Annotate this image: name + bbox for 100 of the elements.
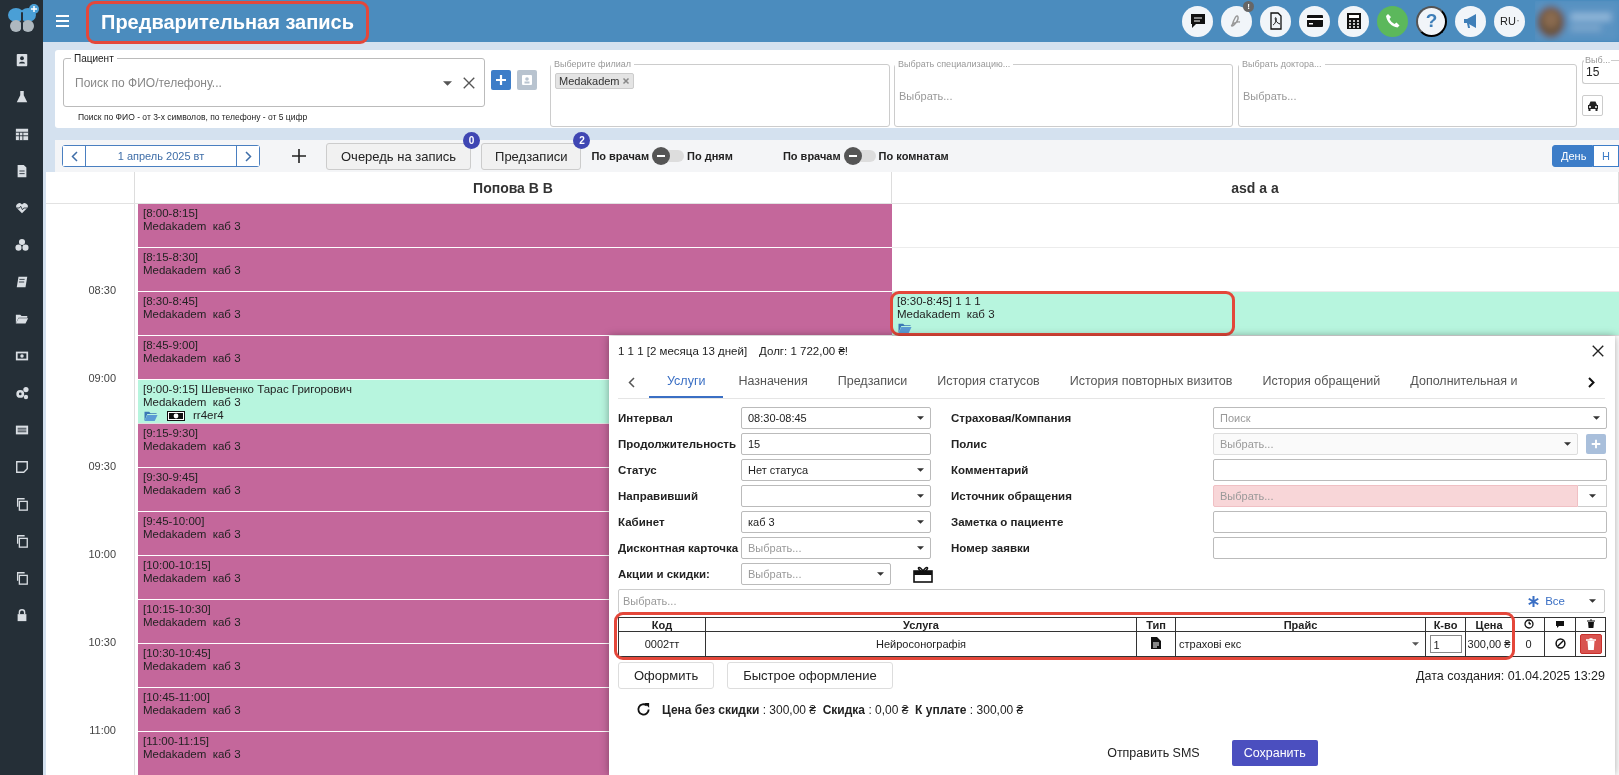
debt-text: Долг: 1 722,00 ₴! [759,345,848,357]
trash-icon [1585,638,1596,650]
car-button[interactable] [1582,95,1603,116]
field-label: Выберите филиал [553,59,633,69]
field-label: Акции и скидки: [618,568,711,580]
dropdown-field[interactable]: Нет статуса [741,459,931,481]
dialog-tab[interactable]: Услуги [649,366,724,398]
field-label: Страховая/Компания [951,412,1073,424]
view-switch[interactable] [843,147,876,165]
close-button[interactable] [1591,344,1605,358]
quantity-field[interactable]: 1 [1429,635,1462,653]
slot-location: Medakadem каб 3 [143,352,241,365]
cubes-icon[interactable] [14,237,29,252]
branch-select[interactable]: Выберите филиал Medakadem [550,59,890,127]
calculator-button[interactable] [1338,5,1369,37]
text-field[interactable]: 15 [741,433,931,455]
doctor-select[interactable]: Выбрать доктора... Выбрать... [1238,59,1577,127]
dropdown-field[interactable]: Выбрать... [741,537,931,559]
language-button[interactable]: RU [1494,5,1525,37]
service-search-field[interactable]: Выбрать... Все [618,589,1605,613]
gears-icon[interactable] [14,385,29,400]
booked-slot[interactable]: [8:15-8:30] Medakadem каб 3 [138,248,892,292]
view-tab[interactable]: День [1552,145,1594,167]
heart-pulse-icon[interactable] [14,200,29,215]
time-label: 11:00 [89,724,116,736]
credit-card-icon [1305,12,1324,30]
specialization-select[interactable]: Выбрать специализацию... Выбрать... [894,59,1233,127]
dialog-tab[interactable]: История обращений [1247,366,1396,398]
appointment-slot[interactable]: [8:30-8:45] 1 1 1 Medakadem каб 3 [892,292,1619,336]
slot-time: [8:00-8:15] [143,207,198,220]
caret-icon[interactable] [917,416,924,420]
calendar-icon[interactable] [14,126,29,141]
add-button[interactable] [292,149,306,163]
dialog-tab[interactable]: История статусов [922,366,1055,398]
menu-icon[interactable] [56,15,69,27]
book-icon[interactable] [14,274,29,289]
dialog-tab[interactable]: Дополнительная и [1395,366,1533,398]
ban-icon[interactable] [1554,637,1566,649]
dropdown-field[interactable]: Поиск [1213,407,1607,429]
interval-field[interactable]: Выб... 15 [1582,55,1619,84]
caret-icon[interactable] [917,520,924,524]
text-field[interactable] [1213,459,1607,481]
time-label: 10:00 [88,548,116,560]
note-icon[interactable] [14,459,29,474]
flask-icon[interactable] [14,89,29,104]
plus-icon [292,149,306,163]
megaphone-button[interactable] [1455,5,1486,37]
caret-icon[interactable] [1593,416,1600,420]
slot-time: [8:30-8:45] [143,295,198,308]
dialog-tab[interactable]: История повторных визитов [1054,366,1248,398]
alert-badge: ! [1243,0,1254,12]
caret-icon[interactable] [917,468,924,472]
dropdown-field[interactable]: 08:30-08:45 [741,407,931,429]
remove-icon[interactable] [621,77,630,85]
switch-label: По врачам [782,150,841,162]
column-header: Тип [1136,617,1176,632]
chevron-left-icon [70,150,78,162]
booked-slot[interactable]: [8:00-8:15] Medakadem каб 3 [138,204,892,248]
help-button[interactable]: ? [1416,5,1447,37]
copy-icon[interactable] [14,570,29,585]
dropdown-field[interactable] [741,485,931,507]
text-field[interactable] [1213,537,1607,559]
field-label: Продолжительность [618,438,738,450]
delete-button[interactable] [1579,634,1602,654]
time-label: 09:00 [88,372,116,384]
dropdown-field[interactable]: каб 3 [741,511,931,533]
caret-icon[interactable] [917,494,924,498]
dropdown-field[interactable]: Выбрать... [741,563,891,585]
slot-location: Medakadem каб 3 [143,220,241,233]
caret-icon[interactable] [443,80,452,86]
chevron-right-icon [244,150,252,162]
refresh-icon[interactable] [636,702,651,717]
column-header: Код [618,617,706,632]
slot-time: [8:15-8:30] [143,251,198,264]
branch-tag[interactable]: Medakadem [555,73,634,89]
add-patient-button[interactable] [491,70,511,90]
clear-icon[interactable] [462,76,476,90]
credit-card-button[interactable] [1299,5,1330,37]
slot-time: [9:15-9:30] [143,427,198,440]
contact-book-icon[interactable] [14,52,29,67]
slot-time: [9:45-10:00] [143,515,205,528]
caret-icon[interactable] [1589,599,1596,603]
text-field[interactable] [1213,511,1607,533]
patient-search-field[interactable]: Пациент Поиск по ФИО/телефону... [63,53,485,107]
action-button[interactable]: Быстрое оформление [727,662,893,689]
action-button[interactable]: Оформить [618,662,715,689]
caret-icon[interactable] [917,546,924,550]
booked-slot[interactable]: [8:30-8:45] Medakadem каб 3 [138,292,892,336]
pdf-file-button[interactable] [1260,5,1291,37]
view-tab[interactable]: Н [1593,145,1619,167]
caret-icon[interactable] [877,572,884,576]
gift-icon[interactable] [913,565,933,583]
plus-icon [1590,438,1602,450]
copy-icon[interactable] [14,533,29,548]
dropdown-toggle[interactable] [1578,485,1607,507]
phone-button[interactable] [1377,5,1408,37]
save-button[interactable]: Сохранить [1231,740,1318,766]
view-switch[interactable] [652,147,685,165]
chat-button[interactable] [1182,5,1213,37]
copy-icon[interactable] [14,496,29,511]
